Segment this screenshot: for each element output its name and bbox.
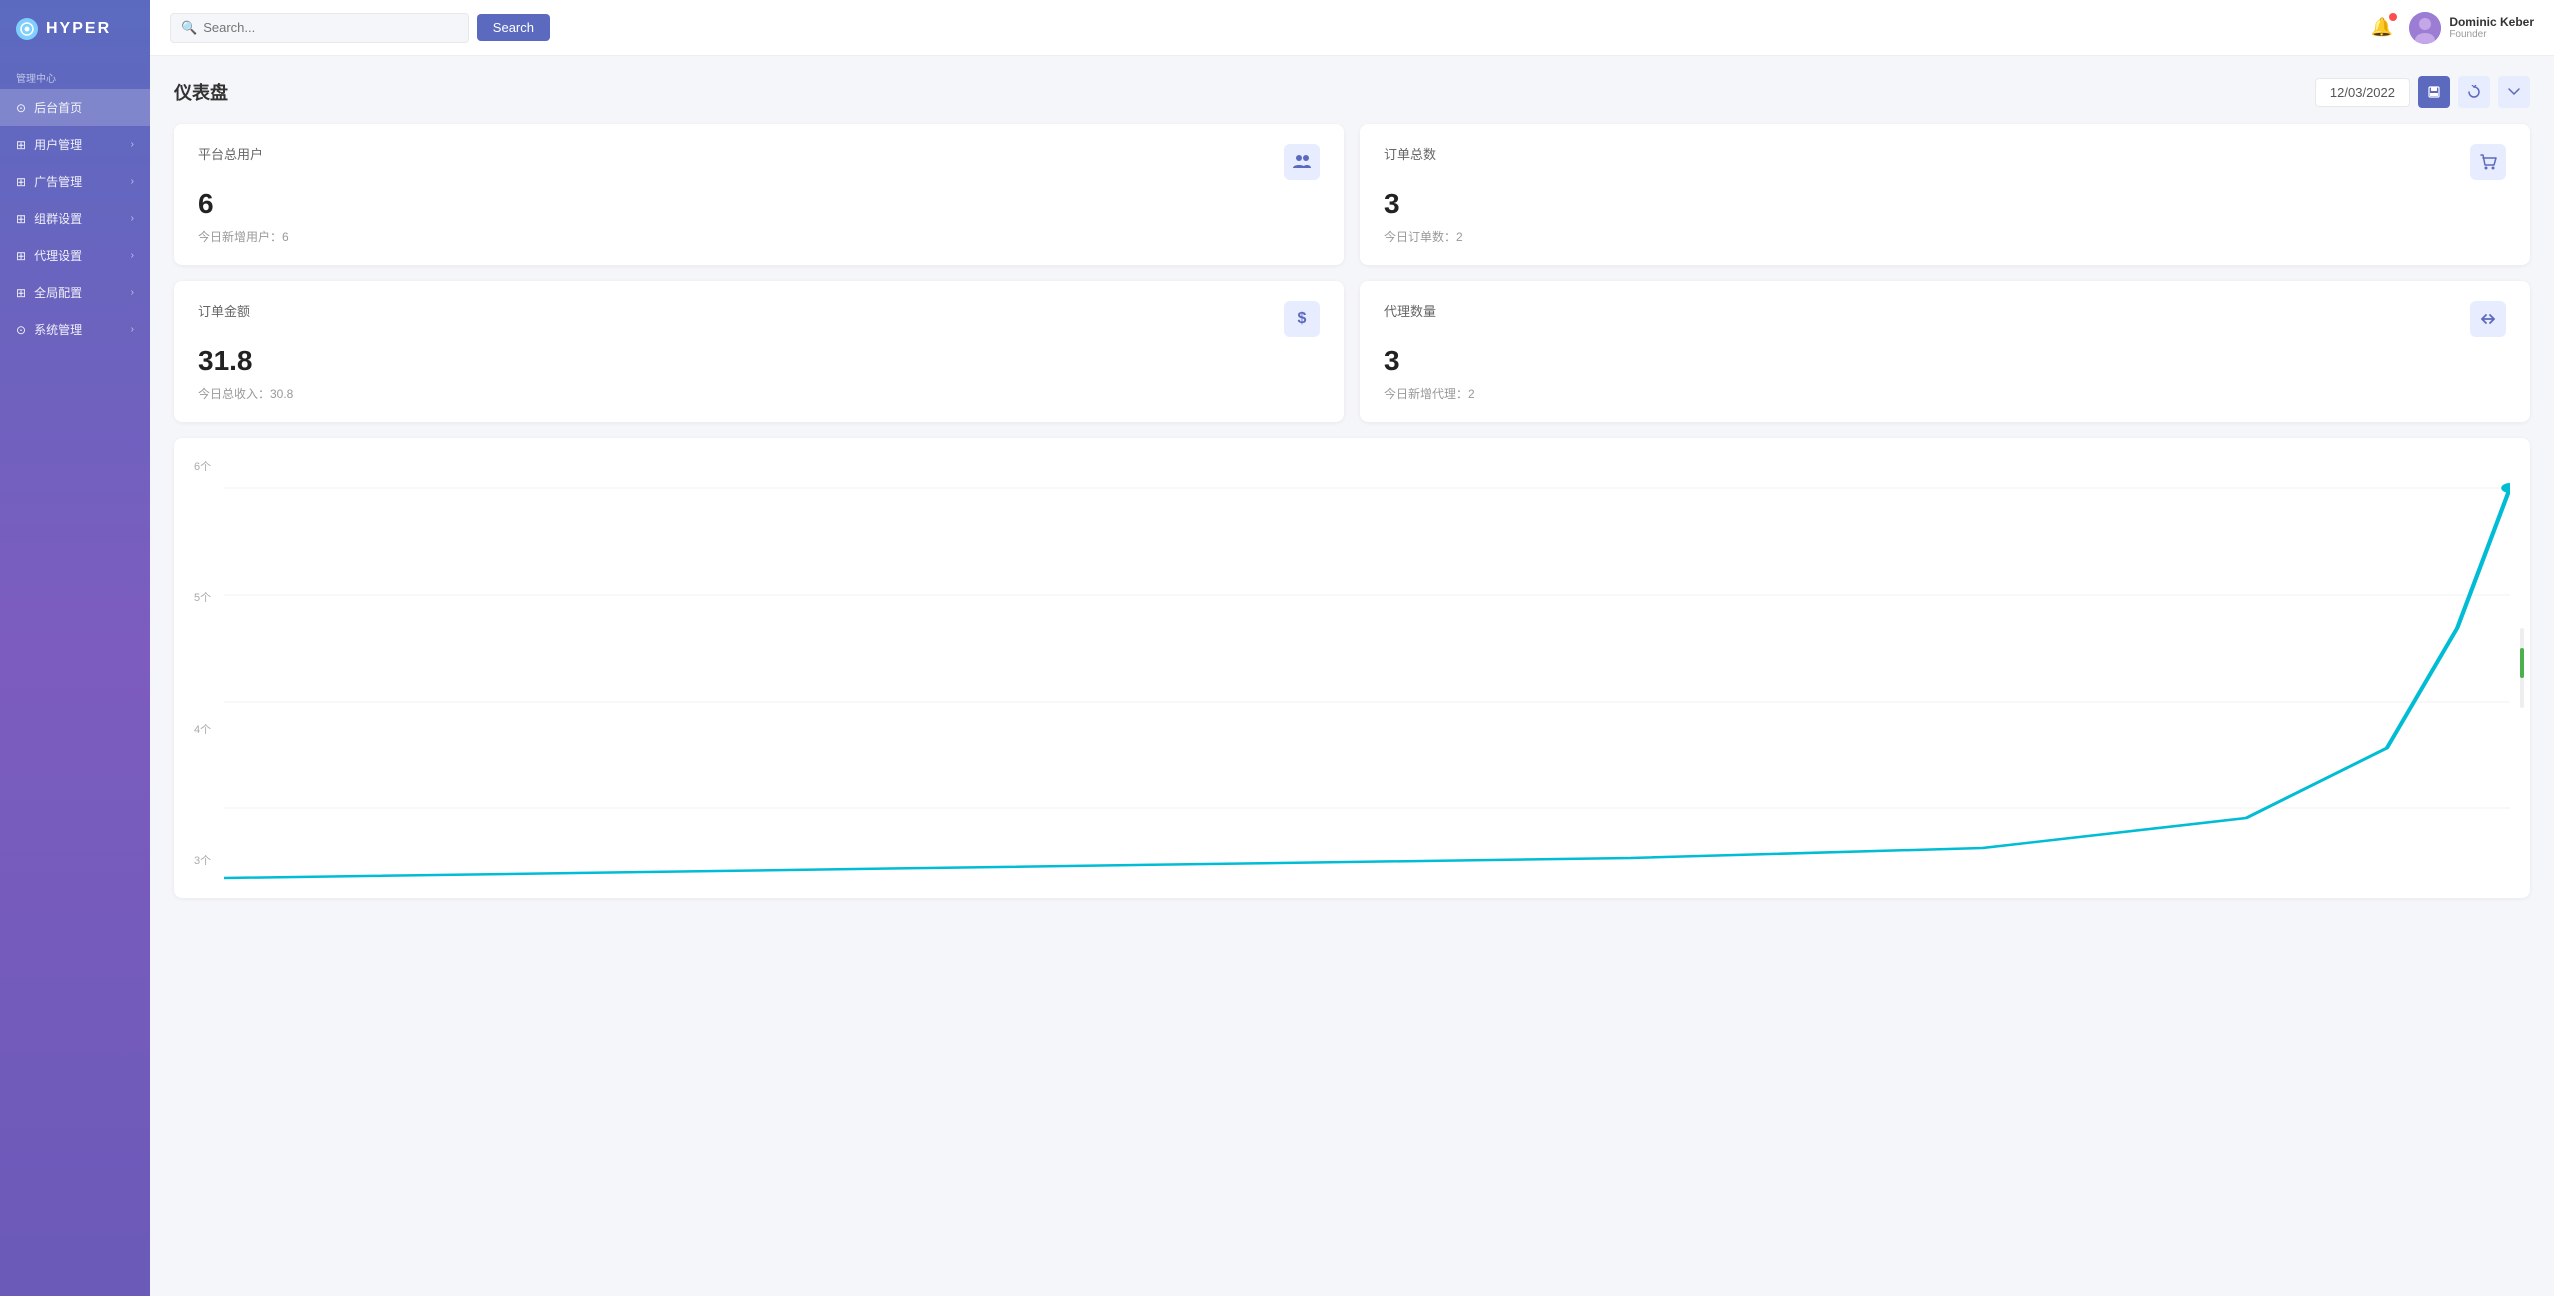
- sidebar-section-label: 管理中心: [0, 58, 150, 89]
- sidebar-item-label: 广告管理: [34, 173, 82, 190]
- sidebar-item-global-config[interactable]: ⊞ 全局配置 ›: [0, 274, 150, 311]
- page-header-actions: 12/03/2022: [2315, 76, 2530, 108]
- stat-value: 31.8: [198, 345, 1320, 377]
- user-name: Dominic Keber: [2449, 15, 2534, 29]
- main-content: 🔍 Search 🔔 Dominic Keber: [150, 0, 2554, 1296]
- config-icon: ⊞: [16, 286, 26, 300]
- sidebar-item-label: 代理设置: [34, 247, 82, 264]
- search-icon: 🔍: [181, 20, 197, 36]
- sidebar-item-label: 全局配置: [34, 284, 82, 301]
- stat-label: 代理数量: [1384, 301, 1436, 320]
- stat-card-header: 订单总数: [1384, 144, 2506, 180]
- scroll-thumb: [2520, 648, 2524, 678]
- stat-value: 3: [1384, 345, 2506, 377]
- filter-button[interactable]: [2498, 76, 2530, 108]
- agent-icon: ⊞: [16, 249, 26, 263]
- stat-card-total-users: 平台总用户 6 今日新增用户：6: [174, 124, 1344, 265]
- sidebar-logo: HYPER: [0, 0, 150, 58]
- chevron-right-icon: ›: [131, 213, 134, 224]
- search-input-wrapper: 🔍: [170, 13, 469, 43]
- sidebar-item-label: 系统管理: [34, 321, 82, 338]
- group-icon: ⊞: [16, 212, 26, 226]
- logo-text: HYPER: [46, 20, 111, 38]
- page-title: 仪表盘: [174, 79, 228, 105]
- stat-sub: 今日新增代理：2: [1384, 385, 2506, 402]
- stat-card-total-orders: 订单总数 3 今日订单数：2: [1360, 124, 2530, 265]
- chart-y-label-6: 6个: [194, 458, 211, 474]
- agent-stat-icon: [2470, 301, 2506, 337]
- stats-grid: 平台总用户 6 今日新增用户：6 订单总数: [174, 124, 2530, 422]
- sidebar-item-label: 组群设置: [34, 210, 82, 227]
- stat-label: 平台总用户: [198, 144, 263, 163]
- header: 🔍 Search 🔔 Dominic Keber: [150, 0, 2554, 56]
- stat-card-header: 代理数量: [1384, 301, 2506, 337]
- sidebar-item-label: 后台首页: [34, 99, 82, 116]
- stat-value: 6: [198, 188, 1320, 220]
- users-icon: ⊞: [16, 138, 26, 152]
- stat-label: 订单金额: [198, 301, 250, 320]
- chevron-right-icon: ›: [131, 250, 134, 261]
- notification-badge: [2389, 13, 2397, 21]
- stat-sub: 今日总收入：30.8: [198, 385, 1320, 402]
- scroll-indicator[interactable]: [2520, 628, 2524, 708]
- header-right: 🔔 Dominic Keber Founder: [2371, 12, 2534, 44]
- search-container: 🔍 Search: [170, 13, 550, 43]
- stat-card-header: 平台总用户: [198, 144, 1320, 180]
- chart-y-label-3: 3个: [194, 852, 211, 868]
- stat-sub: 今日新增用户：6: [198, 228, 1320, 245]
- user-role: Founder: [2449, 29, 2534, 40]
- page-header: 仪表盘 12/03/2022: [174, 76, 2530, 108]
- stat-card-header: 订单金额 $: [198, 301, 1320, 337]
- users-stat-icon: [1284, 144, 1320, 180]
- user-details: Dominic Keber Founder: [2449, 15, 2534, 40]
- orders-stat-icon: [2470, 144, 2506, 180]
- dashboard-icon: ⊙: [16, 101, 26, 115]
- chevron-right-icon: ›: [131, 176, 134, 187]
- sidebar-item-label: 用户管理: [34, 136, 82, 153]
- logo-icon: [16, 18, 38, 40]
- stat-card-agent-count: 代理数量 3 今日新增代理：2: [1360, 281, 2530, 422]
- save-button[interactable]: [2418, 76, 2450, 108]
- avatar: [2409, 12, 2441, 44]
- chart-svg: [224, 448, 2510, 888]
- stat-value: 3: [1384, 188, 2506, 220]
- chart-y-label-5: 5个: [194, 589, 211, 605]
- chevron-right-icon: ›: [131, 139, 134, 150]
- notification-bell[interactable]: 🔔: [2371, 17, 2393, 38]
- stat-card-order-amount: 订单金额 $ 31.8 今日总收入：30.8: [174, 281, 1344, 422]
- stat-sub: 今日订单数：2: [1384, 228, 2506, 245]
- sidebar-item-group-settings[interactable]: ⊞ 组群设置 ›: [0, 200, 150, 237]
- ad-icon: ⊞: [16, 175, 26, 189]
- chart-card: 6个 5个 4个 3个: [174, 438, 2530, 898]
- amount-stat-icon: $: [1284, 301, 1320, 337]
- sidebar-item-dashboard[interactable]: ⊙ 后台首页: [0, 89, 150, 126]
- page-content: 仪表盘 12/03/2022: [150, 56, 2554, 1296]
- search-input[interactable]: [203, 20, 458, 35]
- search-button[interactable]: Search: [477, 14, 550, 41]
- sidebar-item-user-mgmt[interactable]: ⊞ 用户管理 ›: [0, 126, 150, 163]
- user-info[interactable]: Dominic Keber Founder: [2409, 12, 2534, 44]
- refresh-button[interactable]: [2458, 76, 2490, 108]
- sidebar: HYPER 管理中心 ⊙ 后台首页 ⊞ 用户管理 › ⊞ 广告管理 › ⊞ 组群…: [0, 0, 150, 1296]
- chevron-right-icon: ›: [131, 324, 134, 335]
- stat-label: 订单总数: [1384, 144, 1436, 163]
- date-display: 12/03/2022: [2315, 78, 2410, 107]
- sidebar-item-ad-mgmt[interactable]: ⊞ 广告管理 ›: [0, 163, 150, 200]
- chart-y-label-4: 4个: [194, 721, 211, 737]
- sidebar-item-system-mgmt[interactable]: ⊙ 系统管理 ›: [0, 311, 150, 348]
- system-icon: ⊙: [16, 323, 26, 337]
- chevron-right-icon: ›: [131, 287, 134, 298]
- sidebar-item-agent-settings[interactable]: ⊞ 代理设置 ›: [0, 237, 150, 274]
